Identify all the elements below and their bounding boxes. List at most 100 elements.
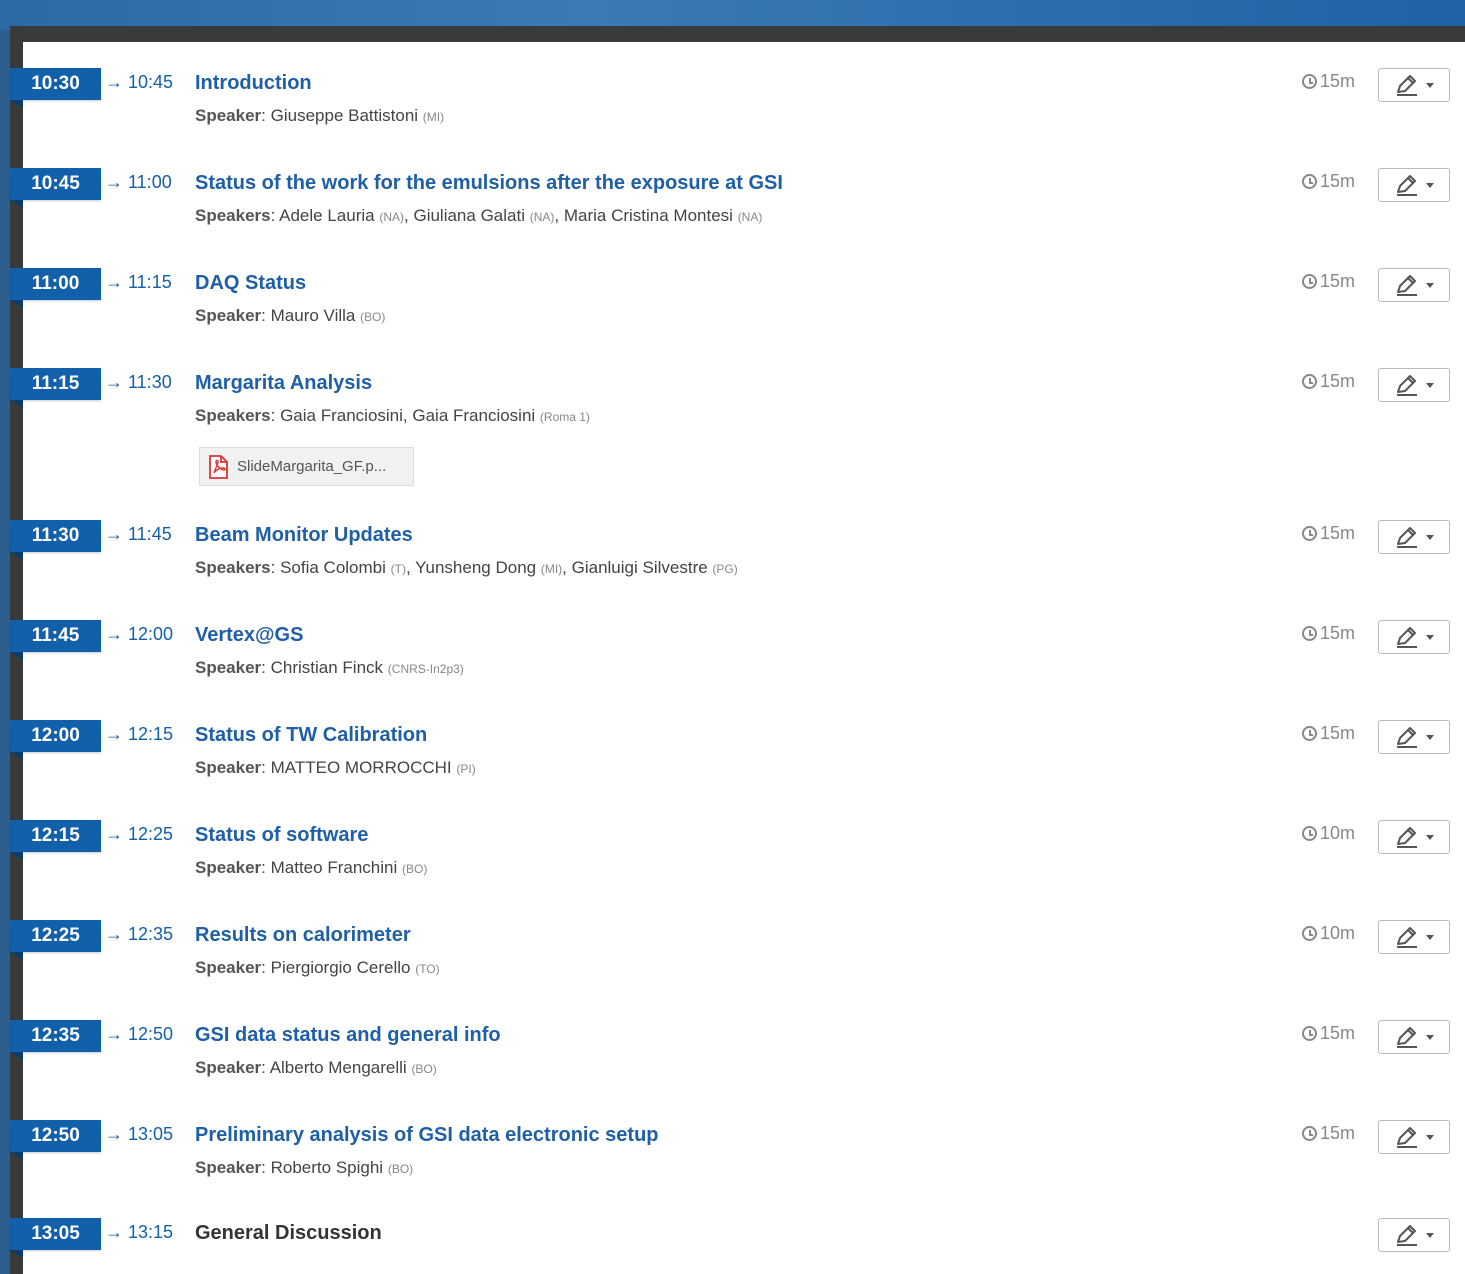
chevron-down-icon [1426,734,1434,740]
speaker-name: Alberto Mengarelli [269,1058,407,1077]
clock-icon [1302,626,1317,641]
speaker-name: Yunsheng Dong [415,558,537,577]
clock-icon [1302,1026,1317,1041]
edit-menu-button[interactable] [1378,720,1450,754]
edit-menu-button[interactable] [1378,820,1450,854]
attachment-link[interactable]: SlideMargarita_GF.p... [199,447,414,486]
pencil-edit-icon [1394,173,1420,197]
pencil-edit-icon [1394,1223,1420,1247]
speaker-list: Speaker: Alberto Mengarelli (BO) [195,1058,437,1077]
end-time: → 12:25 [105,824,174,844]
speaker-name: Gaia Franciosini [280,406,403,425]
start-time-badge: 10:30 [10,68,101,108]
entry-title-link: General Discussion [195,1222,382,1244]
clock-icon [1302,74,1317,89]
attachment-filename: SlideMargarita_GF.p... [237,458,387,475]
start-time-badge: 12:25 [10,920,101,960]
end-time: → 12:15 [105,724,174,744]
start-time-badge: 12:35 [10,1020,101,1060]
edit-menu-button[interactable] [1378,1020,1450,1054]
entry-title-link[interactable]: Results on calorimeter [195,924,411,947]
entry-title-link[interactable]: Margarita Analysis [195,372,372,395]
clock-icon [1302,926,1317,941]
entry-title-link[interactable]: GSI data status and general info [195,1024,501,1047]
speaker-name: Giuseppe Battistoni [270,106,419,125]
entry-title-link[interactable]: Status of TW Calibration [195,724,427,747]
end-time: → 10:45 [105,72,174,92]
speaker-label: Speaker [195,858,262,877]
duration-indicator: 15m [1302,523,1355,544]
duration-text: 15m [1320,523,1356,543]
duration-text: 15m [1320,1023,1356,1043]
pencil-edit-icon [1394,73,1420,97]
chevron-down-icon [1426,82,1434,88]
speaker-label: Speaker [195,658,262,677]
speaker-name: Adele Lauria [279,206,375,225]
pencil-edit-icon [1394,273,1420,297]
speaker-label: Speaker [195,306,262,325]
entry-title-link[interactable]: DAQ Status [195,272,306,295]
start-time-badge: 12:00 [10,720,101,760]
edit-menu-button[interactable] [1378,920,1450,954]
speaker-affiliation: (CNRS-In2p3) [387,662,464,676]
end-time: → 12:00 [105,624,174,644]
start-time-badge: 13:05 [10,1218,101,1258]
speaker-affiliation: (TO) [415,962,440,976]
speaker-affiliation: (Roma 1) [539,410,590,424]
edit-menu-button[interactable] [1378,1120,1450,1154]
chevron-down-icon [1426,634,1434,640]
duration-text: 15m [1320,371,1356,391]
edit-menu-button[interactable] [1378,620,1450,654]
speaker-affiliation: (MI) [540,562,563,576]
start-time-badge: 11:00 [10,268,101,308]
speaker-list: Speaker: Piergiorgio Cerello (TO) [195,958,440,977]
start-time-badge: 12:15 [10,820,101,860]
clock-icon [1302,274,1317,289]
speaker-label: Speaker [195,758,262,777]
speaker-affiliation: (BO) [360,310,386,324]
entry-title-link[interactable]: Beam Monitor Updates [195,524,413,547]
duration-text: 10m [1320,823,1356,843]
clock-icon [1302,174,1317,189]
entry-title-link[interactable]: Introduction [195,72,312,95]
duration-indicator: 15m [1302,1023,1355,1044]
speaker-list: Speaker: MATTEO MORROCCHI (PI) [195,758,476,777]
start-time-badge: 12:50 [10,1120,101,1160]
speaker-list: Speaker: Matteo Franchini (BO) [195,858,428,877]
speaker-name: Giuliana Galati [413,206,525,225]
pencil-edit-icon [1394,825,1420,849]
speaker-label: Speakers [195,206,271,225]
end-time: → 11:00 [105,172,172,192]
start-time-badge: 11:30 [10,520,101,560]
pencil-edit-icon [1394,1025,1420,1049]
edit-menu-button[interactable] [1378,520,1450,554]
duration-indicator: 10m [1302,823,1355,844]
speaker-affiliation: (NA) [529,210,555,224]
entry-title-link[interactable]: Status of software [195,824,368,847]
duration-indicator: 15m [1302,71,1355,92]
entry-title-link[interactable]: Preliminary analysis of GSI data electro… [195,1124,659,1147]
end-time: → 11:15 [105,272,172,292]
edit-menu-button[interactable] [1378,168,1450,202]
chevron-down-icon [1426,1034,1434,1040]
duration-indicator: 15m [1302,1123,1355,1144]
entry-title-link[interactable]: Vertex@GS [195,624,303,647]
speaker-affiliation: (PI) [456,762,476,776]
speaker-label: Speakers [195,406,271,425]
end-time: → 12:35 [105,924,174,944]
speaker-name: Gaia Franciosini [412,406,536,425]
edit-menu-button[interactable] [1378,368,1450,402]
duration-text: 15m [1320,1123,1356,1143]
speaker-name: Piergiorgio Cerello [270,958,411,977]
edit-menu-button[interactable] [1378,68,1450,102]
edit-menu-button[interactable] [1378,268,1450,302]
duration-text: 10m [1320,923,1356,943]
end-time: → 13:15 [105,1222,174,1242]
chevron-down-icon [1426,834,1434,840]
entry-title-link[interactable]: Status of the work for the emulsions aft… [195,172,783,195]
speaker-label: Speaker [195,106,262,125]
chevron-down-icon [1426,1232,1434,1238]
speaker-affiliation: (MI) [422,110,445,124]
edit-menu-button[interactable] [1378,1218,1450,1252]
speaker-list: Speaker: Christian Finck (CNRS-In2p3) [195,658,464,677]
